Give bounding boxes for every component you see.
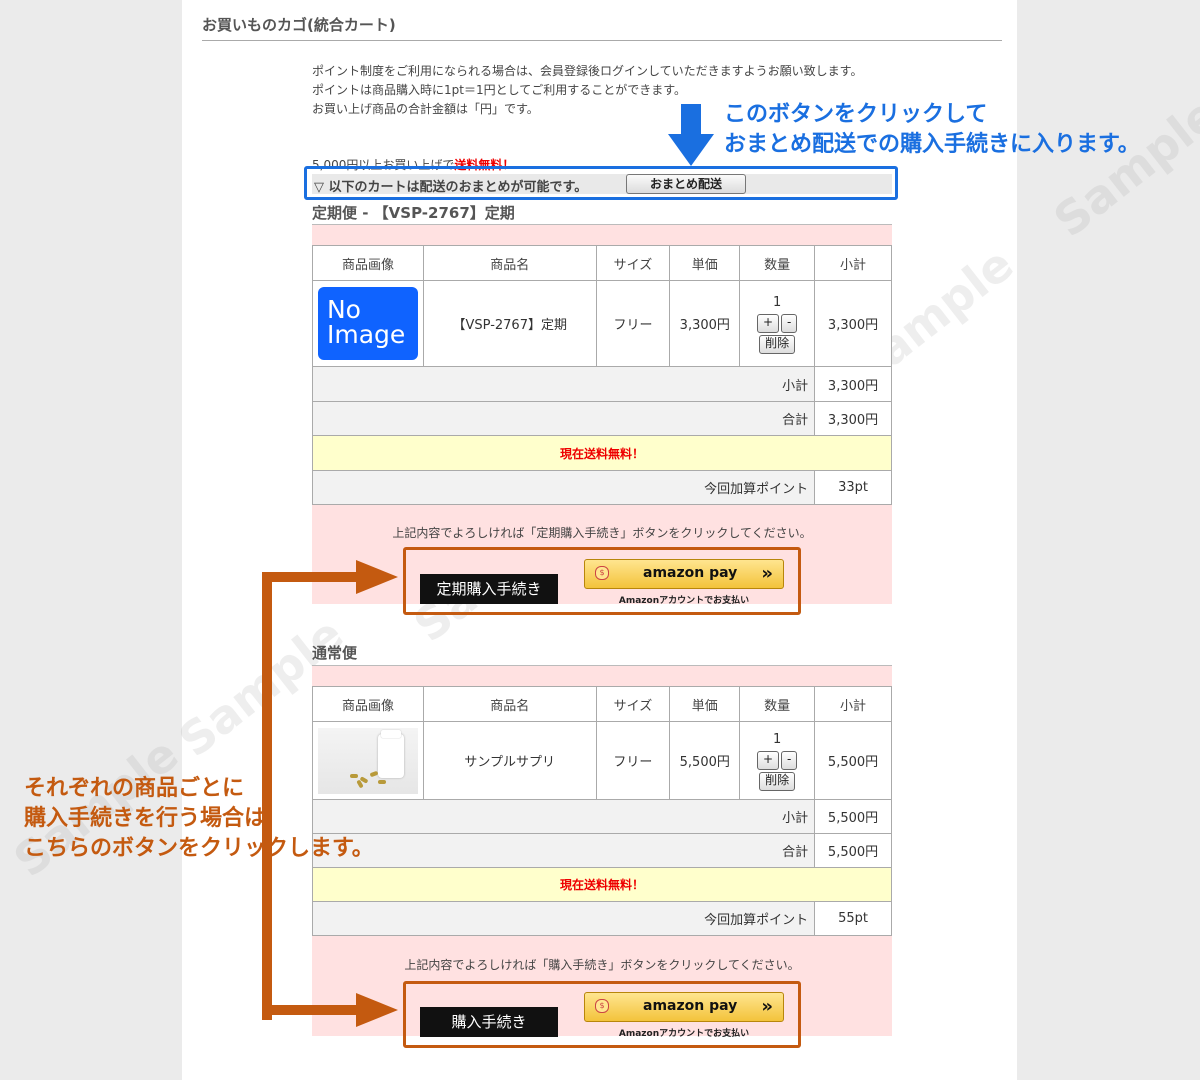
product-size: フリー [595,721,671,800]
product-image-cell: No Image [312,280,424,367]
subtotal-row: 小計 3,300円 [311,366,892,402]
cart1-title: 定期便 - 【VSP-2767】定期 [312,204,515,222]
info-line: ポイント制度をご利用になられる場合は、会員登録後ログインしていただきますようお願… [312,64,863,78]
free-shipping-now: 現在送料無料！ [312,435,892,471]
column-header: 数量 [739,686,816,722]
column-header: 商品名 [422,686,597,722]
column-header: 商品画像 [312,245,424,281]
product-name[interactable]: サンプルサプリ [422,721,597,800]
callout-line: 購入手続きを行う場合は [24,806,267,831]
callout-individual-checkout: それぞれの商品ごとに 購入手続きを行う場合は こちらのボタンをクリックします。 [24,774,374,864]
column-header: 単価 [669,245,741,281]
quantity-value: 1 [773,732,782,747]
column-header: 小計 [814,686,892,722]
title-divider [202,40,1002,41]
column-header: 商品名 [422,245,597,281]
quantity-minus-button[interactable]: - [781,751,798,770]
table-header-row: 商品画像 商品名 サイズ 単価 数量 小計 [312,245,892,281]
column-header: 数量 [739,245,816,281]
total-label: 合計 [311,401,816,436]
points-row: 今回加算ポイント 33pt [311,470,892,505]
quantity-plus-button[interactable]: + [756,314,780,333]
total-value: 5,500円 [814,833,892,868]
callout-line: それぞれの商品ごとに [24,776,245,801]
points-value: 55pt [814,901,892,936]
unit-price: 5,500円 [669,721,741,800]
points-value: 33pt [814,470,892,505]
subtotal-value: 5,500円 [814,799,892,834]
line-subtotal: 3,300円 [814,280,892,367]
delete-button[interactable]: 削除 [759,772,796,791]
total-value: 3,300円 [814,401,892,436]
column-header: 小計 [814,245,892,281]
column-header: 単価 [669,686,741,722]
callout-line: このボタンをクリックして [724,102,988,127]
callout-merge-shipping: このボタンをクリックして おまとめ配送での購入手続きに入ります。 [724,100,1140,160]
subtotal-label: 小計 [311,366,816,402]
delete-button[interactable]: 削除 [759,335,796,354]
subtotal-value: 3,300円 [814,366,892,402]
quantity-cell: 1 + - 削除 [739,721,816,800]
column-header: サイズ [595,686,671,722]
info-line: ポイントは商品購入時に1pt＝1円としてご利用することができます。 [312,83,687,97]
highlight-frame-blue [304,166,898,200]
cart1-table: 商品画像 商品名 サイズ 単価 数量 小計 No Image 【VSP-2767】… [311,245,892,505]
table-row: No Image 【VSP-2767】定期 フリー 3,300円 1 + - 削除 … [312,280,892,367]
quantity-minus-button[interactable]: - [781,314,798,333]
callout-line: こちらのボタンをクリックします。 [24,836,374,861]
quantity-value: 1 [773,295,782,310]
quantity-plus-button[interactable]: + [756,751,779,770]
no-image-placeholder: No Image [317,287,418,360]
callout-line: おまとめ配送での購入手続きに入ります。 [724,132,1140,157]
points-label: 今回加算ポイント [311,470,816,505]
arrow-down-icon [668,104,714,166]
page-title: お買いものカゴ(統合カート) [202,16,396,34]
column-header: サイズ [595,245,671,281]
cart1-note: 上記内容でよろしければ「定期購入手続き」ボタンをクリックしてください。 [392,526,812,540]
product-size: フリー [595,280,671,367]
line-subtotal: 5,500円 [814,721,892,800]
free-shipping-row: 現在送料無料！ [312,435,892,471]
unit-price: 3,300円 [669,280,741,367]
quantity-cell: 1 + - 削除 [739,280,816,367]
highlight-frame-orange [403,547,801,615]
highlight-frame-orange [403,981,801,1048]
product-name[interactable]: 【VSP-2767】定期 [422,280,597,367]
total-row: 合計 3,300円 [311,401,892,436]
